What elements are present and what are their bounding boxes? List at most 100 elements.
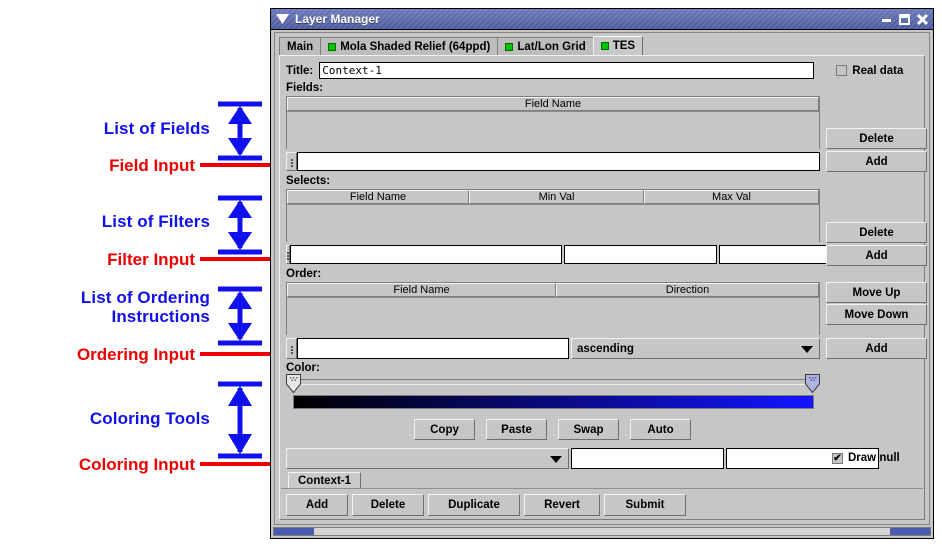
tab-main[interactable]: Main [279, 37, 322, 55]
title-input[interactable] [319, 62, 815, 79]
selects-delete-button[interactable]: Delete [826, 222, 927, 243]
order-splitter-handle[interactable] [286, 338, 297, 359]
fields-input-row [286, 152, 820, 171]
maximize-icon[interactable] [897, 12, 912, 27]
window-titlebar[interactable]: Layer Manager [271, 9, 933, 30]
coloring-field-select[interactable] [286, 448, 569, 469]
fields-table-body [287, 112, 819, 150]
fields-splitter-handle[interactable] [286, 152, 297, 171]
order-move-down-button[interactable]: Move Down [826, 304, 927, 325]
draw-null-checkbox[interactable]: ✔ Draw null [832, 452, 900, 464]
tab-lat-lon-grid[interactable]: Lat/Lon Grid [497, 37, 594, 55]
color-swap-button[interactable]: Swap [558, 419, 619, 440]
color-auto-button[interactable]: Auto [630, 419, 691, 440]
layer-tab-strip: Main Mola Shaded Relief (64ppd) Lat/Lon … [279, 36, 925, 55]
annotation-list-of-filters: List of Filters [101, 212, 210, 231]
color-gradient-bar[interactable] [293, 395, 814, 409]
annotation-field-input: Field Input [109, 156, 195, 175]
tab-tes[interactable]: TES [592, 36, 644, 55]
context-tab-underline [281, 488, 923, 489]
color-section-label: Color: [286, 362, 320, 374]
tab-label: Mola Shaded Relief (64ppd) [340, 40, 491, 53]
order-table[interactable]: Field Name Direction [286, 282, 820, 336]
annotation-coloring-input: Coloring Input [78, 455, 195, 474]
column-header: Min Val [469, 190, 644, 204]
order-add-button[interactable]: Add [826, 338, 927, 359]
order-direction-value: ascending [577, 342, 634, 355]
annotation-coloring-tools: Coloring Tools [89, 409, 210, 428]
order-table-body [287, 298, 819, 336]
order-section-label: Order: [286, 268, 322, 280]
column-header: Field Name [287, 190, 469, 204]
submit-button[interactable]: Submit [604, 494, 686, 516]
tab-marker-icon [328, 42, 337, 51]
resize-grip-right[interactable] [890, 528, 930, 535]
selects-table-body [287, 205, 819, 243]
annotation-list-of-ordering-instructions: List of Ordering Instructions [80, 288, 210, 326]
double-arrow-icon-ordering [218, 286, 262, 346]
column-header: Max Val [644, 190, 819, 204]
tab-marker-icon [505, 42, 514, 51]
color-paste-button[interactable]: Paste [486, 419, 547, 440]
fields-table-header: Field Name [287, 97, 819, 112]
double-arrow-icon-fields [218, 101, 262, 161]
layer-manager-window: Layer Manager Main Mola Shaded Relief (6… [270, 8, 934, 539]
window-menu-chevron-icon[interactable] [273, 10, 291, 28]
add-button[interactable]: Add [286, 494, 348, 516]
order-move-up-button[interactable]: Move Up [826, 282, 927, 303]
color-slider-track[interactable] [294, 379, 812, 385]
selects-splitter-handle[interactable] [286, 245, 290, 264]
real-data-checkbox[interactable]: Real data [836, 65, 903, 77]
coloring-min-input[interactable] [571, 448, 724, 469]
checkbox-box [836, 65, 848, 76]
draw-null-label: Draw null [848, 452, 900, 464]
annotation-filter-input: Filter Input [107, 250, 195, 269]
fields-table[interactable]: Field Name [286, 96, 820, 150]
filter-field-name-input[interactable] [290, 245, 562, 264]
filter-min-val-input[interactable] [564, 245, 717, 264]
selects-section-label: Selects: [286, 175, 331, 187]
close-icon[interactable] [915, 12, 930, 27]
annotation-list-of-fields: List of Fields [103, 119, 210, 138]
chevron-down-icon [550, 455, 562, 463]
checkbox-box: ✔ [832, 452, 843, 464]
tab-marker-icon [600, 42, 609, 50]
fields-section-label: Fields: [286, 82, 324, 94]
delete-button[interactable]: Delete [352, 494, 424, 516]
context-tab[interactable]: Context-1 [288, 472, 362, 489]
selects-table[interactable]: Field Name Min Val Max Val [286, 189, 820, 243]
order-table-header: Field Name Direction [287, 283, 819, 298]
color-copy-button[interactable]: Copy [414, 419, 475, 440]
chevron-down-icon [801, 345, 813, 353]
double-arrow-icon-filters [218, 195, 262, 255]
selects-table-header: Field Name Min Val Max Val [287, 190, 819, 205]
real-data-label: Real data [852, 64, 904, 77]
order-field-name-input[interactable] [297, 338, 569, 359]
tab-label: Lat/Lon Grid [517, 40, 586, 53]
tab-mola-shaded-relief[interactable]: Mola Shaded Relief (64ppd) [320, 37, 499, 55]
order-input-row: ascending [286, 338, 820, 359]
column-header: Field Name [287, 283, 556, 297]
window-controls [876, 12, 933, 27]
coloring-input-row [286, 448, 879, 469]
column-header: Direction [556, 283, 819, 297]
color-slider-knob-right[interactable] [805, 374, 820, 394]
window-title: Layer Manager [295, 12, 380, 26]
tab-label: Main [287, 40, 314, 53]
revert-button[interactable]: Revert [524, 494, 600, 516]
double-arrow-icon-coloring [218, 381, 262, 459]
duplicate-button[interactable]: Duplicate [428, 494, 520, 516]
resize-grip-left[interactable] [274, 528, 314, 535]
selects-input-row [286, 245, 872, 264]
color-slider-knob-left[interactable] [286, 374, 301, 394]
fields-delete-button[interactable]: Delete [826, 128, 927, 149]
minimize-icon[interactable] [879, 12, 894, 27]
annotation-ordering-input: Ordering Input [76, 345, 195, 364]
fields-add-button[interactable]: Add [826, 151, 927, 172]
window-resize-bar[interactable] [273, 527, 931, 536]
tab-label: TES [612, 40, 636, 52]
selects-add-button[interactable]: Add [826, 245, 927, 266]
order-direction-select[interactable]: ascending [571, 338, 820, 359]
field-name-input[interactable] [297, 152, 820, 171]
title-row: Title: Real data [286, 62, 918, 79]
